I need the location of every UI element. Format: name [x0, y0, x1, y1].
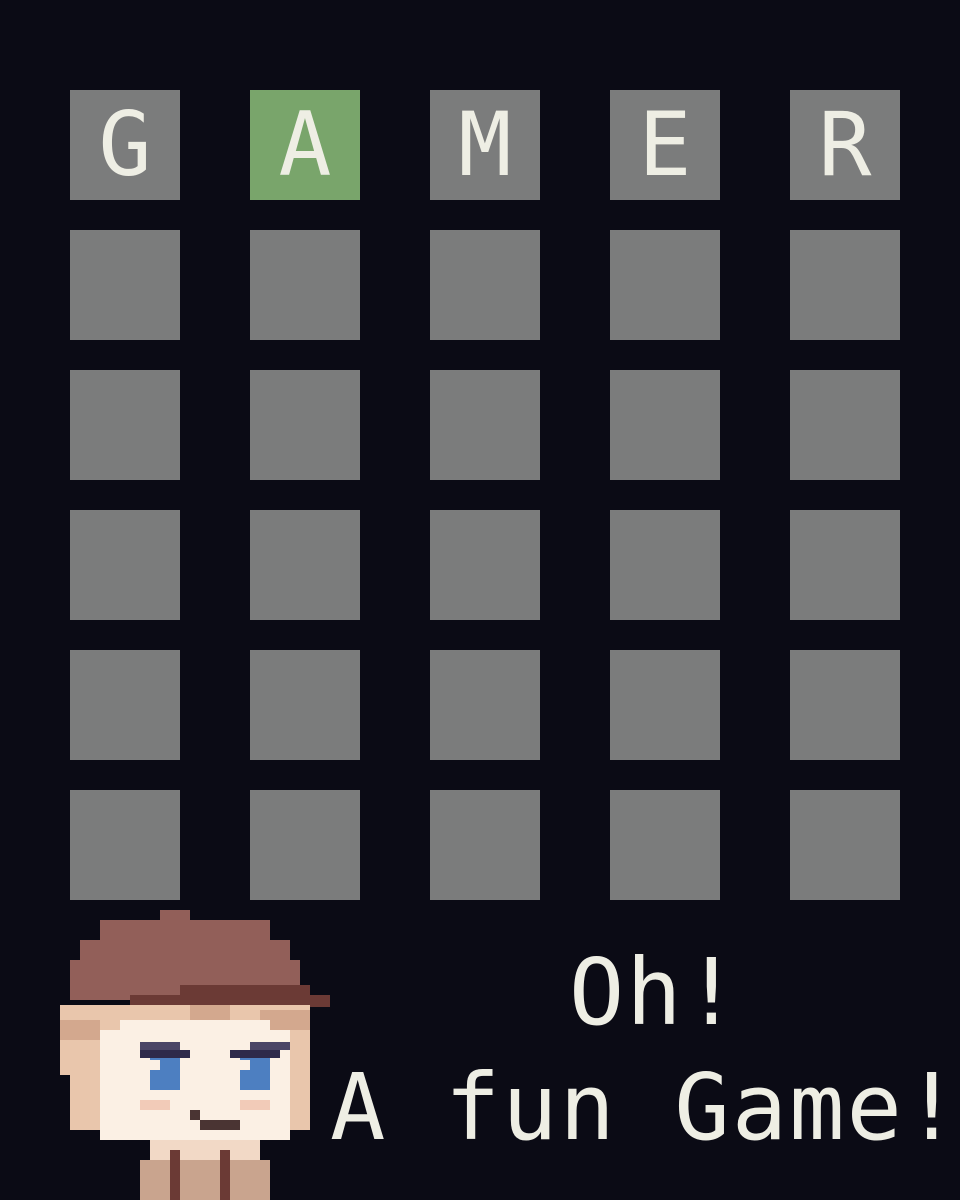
tile-r1-c1: G [70, 90, 180, 200]
shirt [140, 1160, 270, 1200]
tile-r6-c5 [790, 790, 900, 900]
mouth [200, 1120, 240, 1130]
tile-r5-c3 [430, 650, 540, 760]
right-eyebrow [250, 1042, 290, 1050]
tile-r4-c1 [70, 510, 180, 620]
tile-r3-c5 [790, 370, 900, 480]
tile-r1-c3: M [430, 90, 540, 200]
right-eye-shine [240, 1060, 250, 1070]
tile-r4-c2 [250, 510, 360, 620]
neck [150, 1140, 260, 1160]
face [120, 1020, 270, 1040]
dialog-line-1: Oh! [568, 939, 742, 1046]
shirt-strap [220, 1150, 230, 1200]
tile-r4-c5 [790, 510, 900, 620]
tile-r2-c1 [70, 230, 180, 340]
tile-r6-c4 [610, 790, 720, 900]
tile-r5-c1 [70, 650, 180, 760]
game-board: GAMER [70, 90, 900, 900]
tile-r5-c5 [790, 650, 900, 760]
dialog-text: Oh! A fun Game! [330, 935, 960, 1165]
tile-r1-c2: A [250, 90, 360, 200]
tile-r6-c3 [430, 790, 540, 900]
tile-r3-c2 [250, 370, 360, 480]
hat-brim [180, 985, 310, 997]
right-eye-lash [230, 1050, 280, 1058]
left-eye-lash [140, 1050, 190, 1058]
tile-r5-c4 [610, 650, 720, 760]
left-eye-shine [150, 1060, 160, 1070]
mouth [190, 1110, 200, 1120]
tile-r3-c3 [430, 370, 540, 480]
tile-r2-c2 [250, 230, 360, 340]
tile-r1-c5: R [790, 90, 900, 200]
tile-r5-c2 [250, 650, 360, 760]
hat-crown [160, 910, 190, 920]
tile-r1-c4: E [610, 90, 720, 200]
tile-r6-c1 [70, 790, 180, 900]
character-portrait-icon [60, 910, 330, 1200]
tile-r2-c4 [610, 230, 720, 340]
right-blush [240, 1100, 270, 1110]
tile-r4-c4 [610, 510, 720, 620]
dialog-line-2: A fun Game! [330, 1054, 960, 1161]
left-eyebrow [140, 1042, 180, 1050]
tile-r4-c3 [430, 510, 540, 620]
tile-r6-c2 [250, 790, 360, 900]
left-blush [140, 1100, 170, 1110]
tile-r2-c5 [790, 230, 900, 340]
shirt-strap [170, 1150, 180, 1200]
tile-r2-c3 [430, 230, 540, 340]
hair-shade [60, 1020, 100, 1040]
hat-crown [100, 920, 270, 940]
tile-r3-c1 [70, 370, 180, 480]
tile-r3-c4 [610, 370, 720, 480]
